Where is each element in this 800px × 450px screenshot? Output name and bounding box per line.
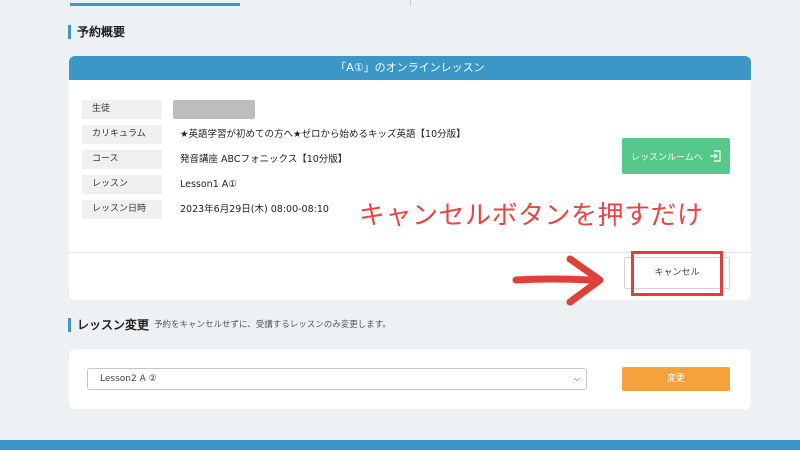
summary-section-title: 予約概要 <box>68 25 125 39</box>
card-header: 「A①」のオンラインレッスン <box>69 56 751 80</box>
value-curriculum: ★英語学習が初めての方へ★ゼロから始めるキッズ英語【10分版】 <box>180 129 466 140</box>
lesson-select-value: Lesson2 A ② <box>100 374 157 384</box>
lesson-room-label: レッスンルームへ <box>631 152 703 163</box>
arrow-right-icon <box>512 255 604 306</box>
top-tabs <box>0 0 800 6</box>
annotation-highlight-box <box>631 251 723 296</box>
change-button[interactable]: 変更 <box>622 367 730 391</box>
label-lesson: レッスン <box>82 175 162 194</box>
annotation-text: キャンセルボタンを押すだけ <box>359 201 704 231</box>
chevron-down-icon: ⌵ <box>573 374 580 383</box>
enter-icon <box>709 150 721 162</box>
change-section-subtitle: 予約をキャンセルせずに、受講するレッスンのみ変更します。 <box>154 320 391 330</box>
value-lesson: Lesson1 A① <box>180 179 237 190</box>
value-course: 発音講座 ABCフォニックス【10分版】 <box>180 154 348 165</box>
student-name-redacted <box>173 100 255 119</box>
tab-divider <box>410 0 411 6</box>
label-curriculum: カリキュラム <box>82 125 162 144</box>
active-tab-indicator <box>70 3 240 6</box>
footer-bar <box>0 440 800 450</box>
lesson-select[interactable]: Lesson2 A ② ⌵ <box>87 368 587 390</box>
lesson-change-card: Lesson2 A ② ⌵ 変更 <box>69 349 751 409</box>
value-lesson-datetime: 2023年6月29日(木) 08:00-08:10 <box>180 204 329 215</box>
lesson-room-button[interactable]: レッスンルームへ <box>622 138 730 174</box>
label-lesson-datetime: レッスン日時 <box>82 200 162 219</box>
change-section-title: レッスン変更 <box>68 318 149 332</box>
label-student: 生徒 <box>82 100 162 119</box>
label-course: コース <box>82 150 162 169</box>
